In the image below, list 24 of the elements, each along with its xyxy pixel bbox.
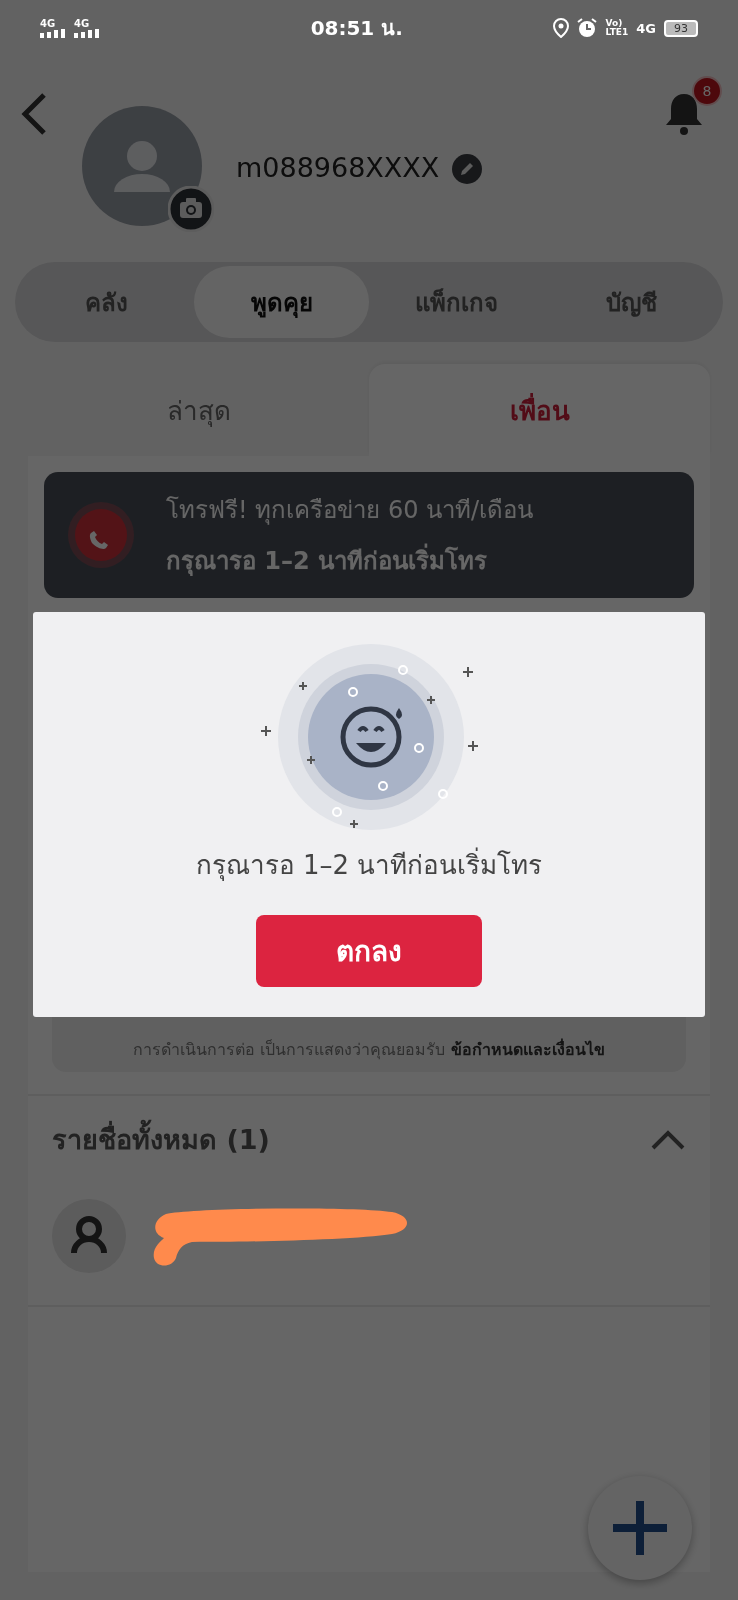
tab[interactable]: พูดคุย [194, 266, 369, 338]
terms-link[interactable]: ข้อกำหนดและเงื่อนไข [450, 1040, 605, 1059]
username: m088968XXXX [236, 152, 440, 183]
alarm-icon [577, 18, 598, 38]
status-time: 08:51 น. [310, 15, 403, 42]
banner-subtitle: กรุณารอ 1–2 นาทีก่อนเริ่มโทร [166, 541, 534, 580]
avatar-placeholder-icon [82, 106, 202, 226]
back-icon[interactable] [20, 92, 48, 136]
location-icon [553, 18, 570, 38]
edit-icon[interactable] [452, 154, 482, 184]
banner-title: โทรฟรี! ทุกเครือข่าย 60 นาที/เดือน [166, 495, 534, 527]
tab[interactable]: ล่าสุด [28, 364, 369, 456]
chevron-icon[interactable] [650, 1128, 686, 1151]
volte-indicator: Vo) LTE1 [605, 19, 629, 37]
section-title: รายชื่อทั้งหมด (1) [52, 1118, 270, 1161]
notification-badge: 8 [692, 76, 722, 106]
plus-icon [613, 1501, 667, 1555]
network-indicator: 4G [636, 20, 656, 36]
tab[interactable]: เพื่อน [369, 364, 710, 456]
ok-button[interactable]: ตกลง [256, 915, 482, 987]
contact-avatar-icon [52, 1199, 126, 1273]
camera-icon[interactable] [168, 186, 214, 232]
dialog-message: กรุณารอ 1–2 นาทีก่อนเริ่มโทร [195, 844, 543, 885]
promo-banner[interactable]: โทรฟรี! ทุกเครือข่าย 60 นาที/เดือน กรุณารอ 1–2 นาทีก่อนเริ่มโทร [44, 472, 694, 598]
